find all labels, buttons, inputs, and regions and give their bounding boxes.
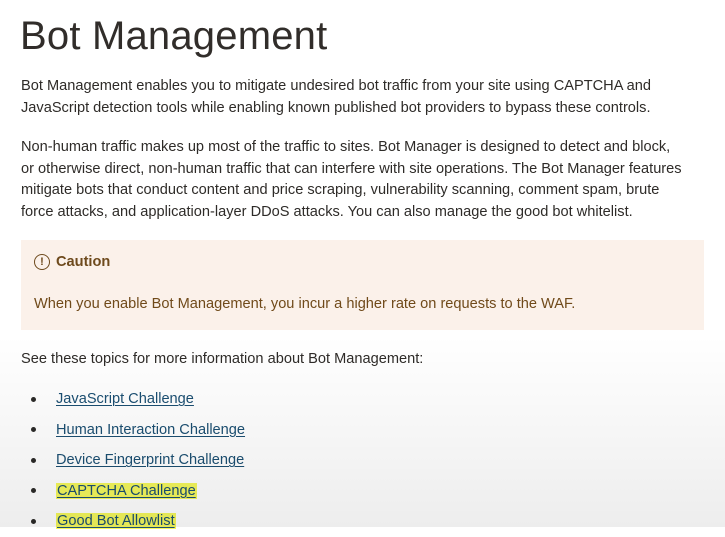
bullet-icon	[31, 457, 36, 463]
link-captcha-challenge[interactable]: CAPTCHA Challenge	[56, 482, 197, 499]
topics-intro: See these topics for more information ab…	[21, 351, 424, 367]
list-item: Good Bot Allowlist	[21, 506, 245, 537]
exclamation-circle-icon: !	[34, 254, 50, 270]
caution-header: ! Caution	[34, 254, 110, 270]
bullet-icon	[31, 396, 36, 402]
intro-paragraph: Bot Management enables you to mitigate u…	[21, 78, 652, 116]
list-item: JavaScript Challenge	[21, 384, 245, 415]
caution-callout: ! Caution When you enable Bot Management…	[21, 240, 704, 330]
caution-title: Caution	[56, 254, 111, 270]
list-item: CAPTCHA Challenge	[21, 476, 245, 507]
bullet-icon	[31, 427, 36, 433]
bullet-icon	[31, 488, 36, 494]
list-item: Device Fingerprint Challenge	[21, 445, 245, 476]
link-device-fingerprint-challenge[interactable]: Device Fingerprint Challenge	[56, 452, 244, 468]
link-human-interaction-challenge[interactable]: Human Interaction Challenge	[56, 422, 245, 438]
page-title: Bot Management	[20, 14, 328, 58]
topics-list: JavaScript Challenge Human Interaction C…	[21, 384, 245, 537]
list-item: Human Interaction Challenge	[21, 415, 245, 446]
doc-page: Bot Management Bot Management enables yo…	[0, 0, 725, 530]
description-paragraph: Non-human traffic makes up most of the t…	[21, 139, 682, 220]
bullet-icon	[31, 518, 36, 524]
link-javascript-challenge[interactable]: JavaScript Challenge	[56, 391, 194, 407]
caution-body: When you enable Bot Management, you incu…	[34, 296, 576, 312]
